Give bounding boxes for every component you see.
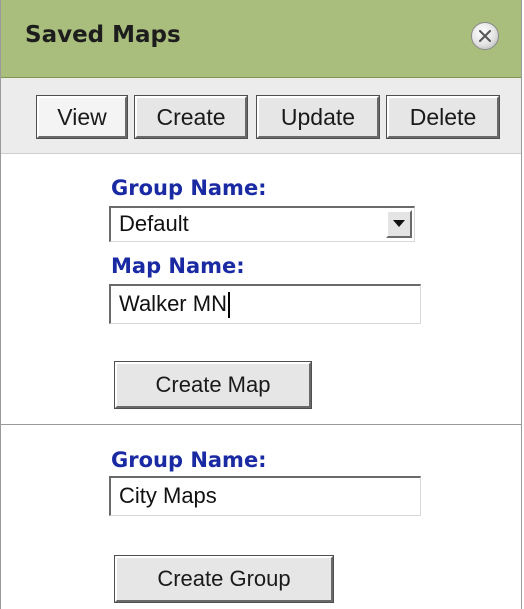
tab-delete[interactable]: Delete	[386, 95, 500, 139]
tab-create[interactable]: Create	[134, 95, 248, 139]
saved-maps-panel: Saved Maps View Create Update Delete Gro…	[0, 0, 522, 609]
create-map-button[interactable]: Create Map	[114, 361, 312, 409]
chevron-down-icon[interactable]	[386, 210, 412, 238]
tab-view[interactable]: View	[36, 95, 128, 139]
tab-update[interactable]: Update	[256, 95, 380, 139]
section-divider	[1, 424, 521, 425]
new-group-name-input-value: City Maps	[119, 483, 217, 508]
group-name-select-value: Default	[119, 211, 189, 236]
new-group-name-label: Group Name:	[111, 448, 267, 472]
dropdown-arrow-glyph	[393, 220, 405, 227]
new-group-name-input[interactable]: City Maps	[109, 476, 421, 516]
map-name-label: Map Name:	[111, 254, 245, 278]
create-group-button[interactable]: Create Group	[114, 555, 334, 603]
close-x-glyph	[479, 30, 491, 42]
map-name-input-value: Walker MN	[119, 291, 227, 316]
close-icon[interactable]	[471, 22, 499, 50]
panel-title: Saved Maps	[25, 22, 181, 48]
group-name-select[interactable]: Default	[109, 206, 415, 242]
tab-bar: View Create Update Delete	[1, 78, 521, 154]
map-name-input[interactable]: Walker MN	[109, 284, 421, 324]
text-caret	[227, 292, 230, 319]
group-name-label: Group Name:	[111, 176, 267, 200]
panel-titlebar: Saved Maps	[1, 0, 521, 78]
